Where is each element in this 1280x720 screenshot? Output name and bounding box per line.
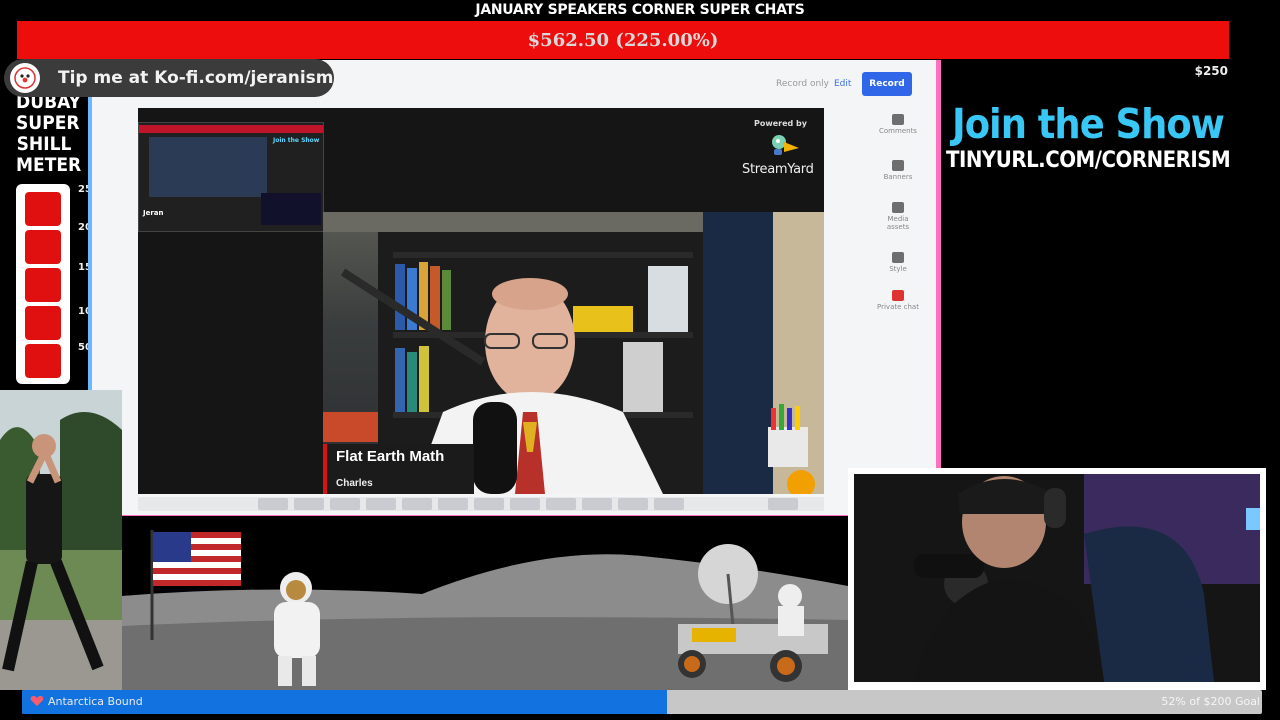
- super-chat-amount: $562.50 (225.00%): [527, 29, 719, 51]
- private-chat-icon: [892, 290, 904, 301]
- goal-label: Antarctica Bound: [48, 695, 143, 708]
- powered-by-label: Powered by: [754, 119, 807, 128]
- host-scene: [854, 474, 1260, 682]
- sidebar-label: Banners: [883, 173, 913, 181]
- meter-segment: [25, 306, 61, 340]
- toolbar-button[interactable]: [546, 498, 576, 510]
- sidebar-label: Media assets: [886, 215, 910, 231]
- sidebar-private-chat[interactable]: Private chat: [876, 290, 920, 311]
- sidebar-label: Style: [889, 265, 907, 273]
- meter-segment: [25, 230, 61, 264]
- meter-segment: [25, 344, 61, 378]
- record-button[interactable]: Record: [862, 72, 912, 96]
- toolbar-button[interactable]: [402, 498, 432, 510]
- sidebar-label: Comments: [879, 127, 917, 135]
- dancer-video: [0, 390, 122, 690]
- meter-title-line: METER: [16, 154, 82, 176]
- streamyard-logo-icon: [772, 135, 799, 155]
- kofi-text: Tip me at Ko-fi.com/jeranism: [58, 68, 334, 88]
- toolbar-button[interactable]: [582, 498, 612, 510]
- toolbar-button[interactable]: [510, 498, 540, 510]
- shill-meter-gauge: 250 200 150 100 50: [16, 184, 99, 384]
- toolbar-button[interactable]: [474, 498, 504, 510]
- media-assets-icon: [892, 202, 904, 213]
- toolbar-button[interactable]: [618, 498, 648, 510]
- streamyard-brand: StreamYard: [742, 162, 814, 177]
- kofi-tip-banner: Tip me at Ko-fi.com/jeranism: [4, 59, 334, 97]
- sidebar-label: Private chat: [877, 303, 919, 311]
- sidebar-banners[interactable]: Banners: [876, 160, 920, 181]
- streamyard-bottom-toolbar: [138, 497, 824, 511]
- stream-preview-thumbnail: Join the Show Jeran: [138, 122, 324, 232]
- heart-icon: [30, 696, 44, 706]
- guest-name: Flat Earth Math: [336, 448, 445, 465]
- sidebar-comments[interactable]: Comments: [876, 114, 920, 135]
- super-chat-progress-bar: $562.50 (225.00%): [17, 21, 1229, 59]
- join-show-url: TINYURL.COM/CORNERISM: [946, 148, 1231, 173]
- preview-join-text: Join the Show: [273, 137, 320, 144]
- guest-subtitle: Charles: [336, 478, 373, 489]
- toolbar-button[interactable]: [366, 498, 396, 510]
- meter-segment: [25, 192, 61, 226]
- meter-title-line: SUPER: [16, 112, 80, 134]
- moon-landing-scene: [122, 516, 848, 690]
- comments-icon: [892, 114, 904, 125]
- dancer-scene: [0, 390, 122, 690]
- record-only-link[interactable]: Record only: [776, 79, 829, 89]
- banners-icon: [892, 160, 904, 171]
- toolbar-button[interactable]: [768, 498, 798, 510]
- toolbar-button[interactable]: [438, 498, 468, 510]
- toolbar-button[interactable]: [654, 498, 684, 510]
- style-icon: [892, 252, 904, 263]
- kofi-cup-icon: [10, 63, 40, 93]
- meter-title-line: SHILL: [16, 133, 72, 155]
- shill-meter-title: DUBAY SUPER SHILL METER: [16, 92, 82, 176]
- host-video: [854, 474, 1260, 682]
- moon-scene-art: [122, 516, 848, 690]
- banner-title: JANUARY SPEAKERS CORNER SUPER CHATS: [475, 2, 805, 18]
- preview-label: Jeran: [143, 209, 164, 217]
- preview-cam: [261, 193, 321, 225]
- sidebar-style[interactable]: Style: [876, 252, 920, 273]
- preview-screen: [149, 137, 267, 197]
- banner-goal-value: $250: [1194, 64, 1228, 78]
- toolbar-button[interactable]: [258, 498, 288, 510]
- goal-progress-text: 52% of $200 Goal: [1161, 695, 1260, 708]
- edit-link[interactable]: Edit: [834, 79, 851, 89]
- host-webcam: [848, 468, 1266, 690]
- toolbar-button[interactable]: [330, 498, 360, 510]
- goal-progress-bar: [22, 690, 1262, 714]
- toolbar-button[interactable]: [294, 498, 324, 510]
- preview-banner: [139, 125, 323, 133]
- meter-segment: [25, 268, 61, 302]
- join-show-title: Join the Show: [952, 100, 1225, 148]
- sidebar-media-assets[interactable]: Media assets: [876, 202, 920, 231]
